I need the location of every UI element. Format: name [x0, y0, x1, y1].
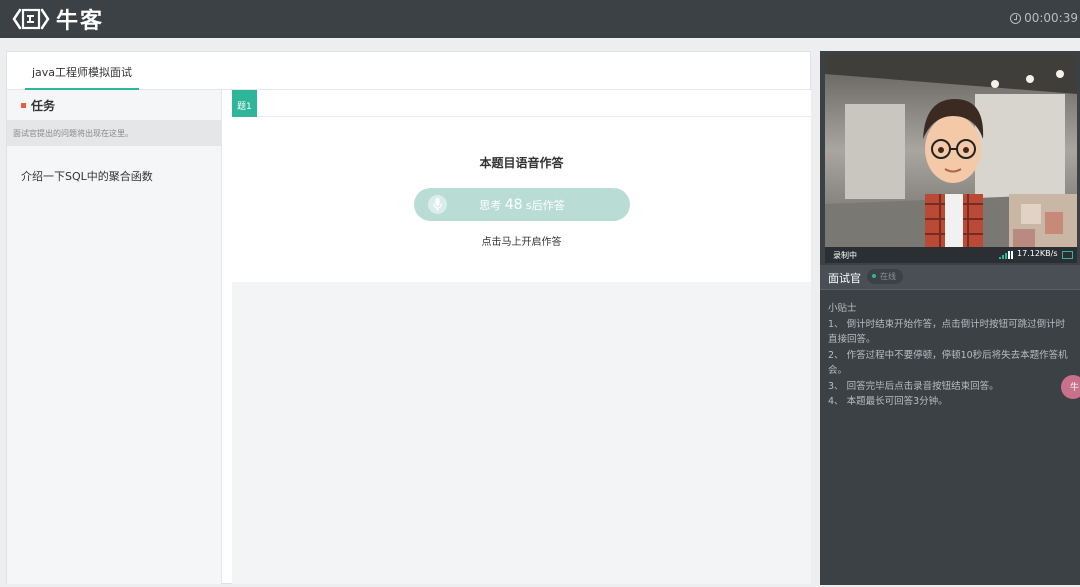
tips-title: 小贴士 — [828, 303, 857, 314]
floating-assistant-button[interactable]: 牛 — [1061, 375, 1080, 399]
tips-list: 小贴士 1、 倒计时结束开始作答，点击倒计时按钮可跳过倒计时直接回答。 2、 作… — [828, 301, 1074, 410]
network-speed: 17.12KB/s — [1017, 249, 1058, 258]
tip-item: 2、 作答过程中不要停顿，停顿10秒后将失去本题作答机会。 — [828, 349, 1068, 377]
task-question[interactable]: 介绍一下SQL中的聚合函数 — [7, 146, 221, 184]
interviewer-panel: 录制中 17.12KB/s 面试官 在线 小贴士 1、 倒计时结束开始作答，点击… — [820, 51, 1080, 585]
countdown-prefix: 思考 — [479, 199, 502, 212]
task-panel: 任务 面试官提出的问题将出现在这里。 介绍一下SQL中的聚合函数 — [7, 90, 222, 584]
recording-label: 录制中 — [833, 251, 857, 260]
main-card: java工程师模拟面试 任务 面试官提出的问题将出现在这里。 介绍一下SQL中的… — [6, 51, 811, 584]
interviewer-header: 面试官 在线 — [820, 265, 1080, 290]
interviewer-video — [825, 54, 1077, 247]
clock-icon — [1010, 12, 1022, 24]
task-title: 任务 — [7, 90, 221, 120]
screen-toggle-icon[interactable] — [1062, 251, 1073, 259]
question-tab-1[interactable]: 题1 — [232, 90, 257, 117]
tip-item: 4、 本题最长可回答3分钟。 — [828, 396, 948, 407]
signal-strength-icon — [999, 251, 1013, 259]
nowcoder-logo-icon — [12, 8, 50, 30]
elapsed-timer: 00:00:39 — [1010, 11, 1078, 25]
start-answer-link[interactable]: 点击马上开启作答 — [232, 233, 811, 248]
countdown-text: 思考 48 s后作答 — [414, 197, 630, 213]
task-hint: 面试官提出的问题将出现在这里。 — [7, 120, 221, 146]
tab-java-interview[interactable]: java工程师模拟面试 — [25, 52, 140, 90]
countdown-seconds: 48 — [504, 197, 523, 213]
tip-item: 1、 倒计时结束开始作答，点击倒计时按钮可跳过倒计时直接回答。 — [828, 318, 1066, 346]
floating-button-label: 牛 — [1070, 383, 1080, 393]
logo[interactable]: 牛客 — [12, 5, 105, 34]
timer-value: 00:00:39 — [1024, 11, 1078, 25]
voice-answer-button[interactable]: 思考 48 s后作答 — [414, 188, 630, 221]
tab-bar: java工程师模拟面试 — [7, 52, 810, 90]
status-badge: 在线 — [867, 269, 903, 284]
interviewer-title: 面试官 — [828, 272, 861, 285]
question-body: 本题目语音作答 思考 48 s后作答 点击马上开启作答 — [232, 117, 811, 282]
countdown-suffix: s后作答 — [526, 199, 565, 212]
question-area: 题1 本题目语音作答 思考 48 s后作答 点击马上开启作答 — [232, 90, 811, 584]
question-heading: 本题目语音作答 — [479, 156, 564, 170]
question-tab-row: 题1 — [232, 90, 811, 117]
recording-bar: 录制中 17.12KB/s — [825, 247, 1077, 263]
logo-text: 牛客 — [56, 9, 105, 34]
tip-item: 3、 回答完毕后点击录音按钮结束回答。 — [828, 380, 999, 392]
top-bar: 牛客 00:00:39 — [0, 0, 1080, 38]
